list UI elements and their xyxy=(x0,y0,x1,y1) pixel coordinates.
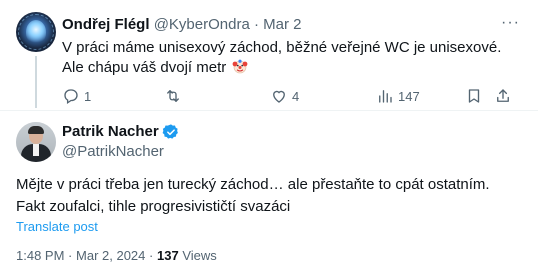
reply-button[interactable]: 1 xyxy=(62,86,91,106)
analytics-icon xyxy=(379,90,392,103)
retweet-button[interactable] xyxy=(164,86,186,106)
reply-author-name[interactable]: Ondřej Flégl xyxy=(62,16,150,33)
tweet-timestamp: 1:48 PM · Mar 2, 2024 · 137 Views xyxy=(16,248,217,264)
tweet-text: Mějte v práci třeba jen turecký záchod… … xyxy=(16,176,490,215)
clown-face-icon xyxy=(233,59,248,74)
reply-author-avatar[interactable] xyxy=(16,12,56,52)
tweet-author-handle[interactable]: @PatrikNacher xyxy=(62,142,164,162)
tweet-date[interactable]: Mar 2, 2024 xyxy=(76,248,145,263)
thread-line xyxy=(35,56,37,108)
share-icon xyxy=(497,89,509,102)
tweet-author-avatar[interactable] xyxy=(16,122,56,162)
timestamp-separator: · xyxy=(68,248,73,263)
reply-tweet[interactable]: Ondřej Flégl @KyberOndra · Mar 2 ··· V p… xyxy=(0,0,538,110)
view-count: 147 xyxy=(398,88,420,104)
tweet-author-name-row[interactable]: Patrik Nacher xyxy=(62,122,180,142)
like-count: 4 xyxy=(292,88,300,104)
share-button[interactable] xyxy=(494,86,512,106)
like-button[interactable]: 4 xyxy=(270,86,299,106)
bookmark-button[interactable] xyxy=(465,86,483,106)
reply-actions: 1 4 147 xyxy=(62,86,512,106)
heart-icon xyxy=(273,90,285,103)
timestamp-separator-2: · xyxy=(149,248,154,263)
reply-text: V práci máme unisexový záchod, běžné veř… xyxy=(62,38,517,78)
tweet-author-name[interactable]: Patrik Nacher xyxy=(62,122,159,142)
verified-badge-icon xyxy=(162,124,178,139)
tweet-time[interactable]: 1:48 PM xyxy=(16,248,64,263)
bookmark-icon xyxy=(468,89,480,103)
retweet-icon xyxy=(167,90,179,102)
translate-post-link[interactable]: Translate post xyxy=(16,219,98,235)
reply-count: 1 xyxy=(84,88,92,104)
reply-header: Ondřej Flégl @KyberOndra · Mar 2 xyxy=(62,15,301,35)
tweet-views-label: Views xyxy=(182,248,217,263)
header-separator: · xyxy=(253,16,259,33)
more-options-button[interactable]: ··· xyxy=(501,15,520,31)
reply-icon xyxy=(64,89,78,105)
reply-author-handle[interactable]: @KyberOndra xyxy=(154,16,250,33)
tweet-views-count: 137 xyxy=(156,248,179,263)
reply-text-body: V práci máme unisexový záchod, běžné veř… xyxy=(62,39,502,76)
views-button[interactable]: 147 xyxy=(376,86,420,106)
divider xyxy=(0,110,538,111)
reply-date[interactable]: Mar 2 xyxy=(263,16,301,33)
